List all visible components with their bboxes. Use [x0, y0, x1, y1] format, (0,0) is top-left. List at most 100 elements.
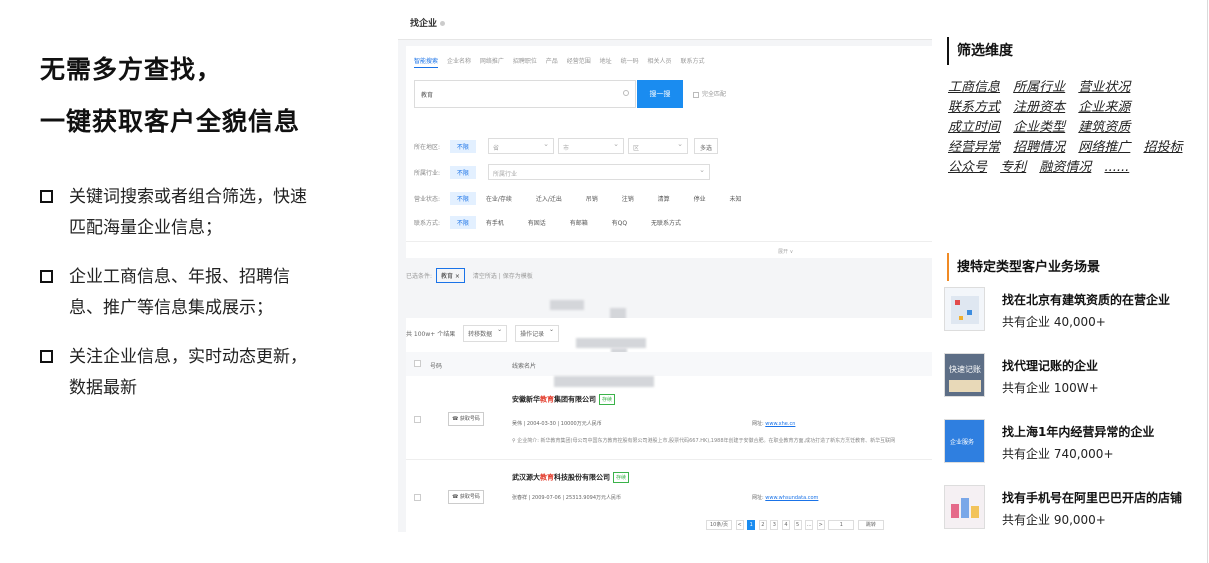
dimension-link[interactable]: 营业状况 — [1078, 80, 1130, 95]
clear-selected-link[interactable]: 清空所选 — [473, 273, 497, 280]
filter-unlimited-tag[interactable]: 不限 — [449, 166, 476, 179]
scenario-name[interactable]: 找代理记账的企业 — [1002, 357, 1098, 374]
dimension-link[interactable]: 建筑资质 — [1078, 120, 1130, 135]
dimension-link[interactable]: 企业类型 — [1013, 120, 1065, 135]
contact-option[interactable]: 有手机 — [486, 218, 504, 227]
company-name[interactable]: 安徽新华教育集团有限公司 存续 — [512, 394, 616, 405]
website-link[interactable]: www.whsundata.com — [765, 495, 818, 501]
help-icon[interactable] — [440, 21, 446, 26]
selected-chip[interactable]: 教育 × — [435, 268, 465, 283]
dimension-link[interactable]: 网络推广 — [1078, 140, 1130, 155]
page-button[interactable]: 3 — [770, 520, 779, 530]
dimension-link[interactable]: 招投标 — [1143, 140, 1182, 155]
results-header: 共 100w+ 个结果 转移数据 操作记录 — [406, 325, 560, 342]
divider — [1207, 0, 1208, 563]
company-meta: 张春祥 | 2009-07-06 | 25313.9094万元人民币 — [512, 495, 622, 501]
page-button[interactable]: 5 — [793, 520, 802, 530]
status-option[interactable]: 未知 — [730, 194, 742, 203]
scenario-card[interactable]: 企业服务 找上海1年内经营异常的企业 共有企业 740,000+ — [944, 419, 1194, 465]
scenario-name[interactable]: 找有手机号在阿里巴巴开店的店铺 — [1002, 489, 1182, 506]
tab-scope[interactable]: 经营范围 — [567, 58, 591, 65]
status-option[interactable]: 在业/存续 — [486, 194, 512, 203]
page-button[interactable]: 2 — [758, 520, 767, 530]
next-page-button[interactable]: > — [816, 520, 825, 530]
filter-label: 营业状态: — [414, 196, 441, 203]
tab-smart-search[interactable]: 智能搜索 — [414, 58, 439, 68]
checkbox-icon[interactable] — [693, 91, 699, 98]
scenario-name[interactable]: 找在北京有建筑资质的在营企业 — [1002, 291, 1170, 308]
dimension-link[interactable]: 招聘情况 — [1013, 140, 1065, 155]
clear-icon[interactable] — [623, 90, 629, 96]
table-row[interactable]: ☎ 获取号码 安徽新华教育集团有限公司 存续 吴伟 | 2004-03-30 | … — [406, 382, 932, 460]
dimension-link[interactable]: 成立时间 — [948, 120, 1000, 135]
industry-select[interactable]: 所属行业 — [488, 164, 710, 180]
tab-credit-code[interactable]: 统一码 — [621, 58, 639, 65]
status-option[interactable]: 迁入/迁出 — [536, 194, 562, 203]
scenario-card[interactable]: 找有手机号在阿里巴巴开店的店铺 共有企业 90,000+ — [944, 485, 1194, 531]
city-select[interactable]: 市 — [558, 138, 624, 154]
scenario-card[interactable]: 找在北京有建筑资质的在营企业 共有企业 40,000+ — [944, 287, 1194, 333]
filter-unlimited-tag[interactable]: 不限 — [449, 140, 476, 153]
dimension-link[interactable]: ...... — [1104, 160, 1129, 175]
status-option[interactable]: 吊销 — [586, 194, 598, 203]
tab-people[interactable]: 相关人员 — [648, 58, 672, 65]
filter-industry: 所属行业: 不限 — [414, 166, 484, 179]
operation-log-dropdown[interactable]: 操作记录 — [515, 325, 560, 342]
dimension-link[interactable]: 注册资本 — [1013, 100, 1065, 115]
get-phone-button[interactable]: ☎ 获取号码 — [448, 412, 484, 426]
tab-promotion[interactable]: 网络推广 — [480, 58, 504, 65]
dimension-link[interactable]: 经营异常 — [948, 140, 1000, 155]
status-option[interactable]: 停业 — [694, 194, 706, 203]
page-button[interactable]: 1 — [747, 520, 756, 530]
dimension-link[interactable]: 融资情况 — [1039, 160, 1091, 175]
dimension-link[interactable]: 公众号 — [948, 160, 987, 175]
tab-contact[interactable]: 联系方式 — [680, 58, 704, 65]
scenario-name[interactable]: 找上海1年内经营异常的企业 — [1002, 423, 1154, 440]
filter-unlimited-tag[interactable]: 不限 — [449, 192, 476, 205]
page-button[interactable]: 4 — [781, 520, 790, 530]
status-badge: 存续 — [599, 394, 616, 405]
tab-company-name[interactable]: 企业名称 — [447, 58, 471, 65]
dimension-link[interactable]: 所属行业 — [1013, 80, 1065, 95]
row-checkbox[interactable] — [414, 494, 421, 501]
jump-button[interactable]: 跳转 — [857, 520, 884, 530]
company-website: 网址: www.whsundata.com — [752, 495, 819, 501]
expand-toggle[interactable]: 展开 ∨ — [778, 248, 793, 255]
status-option[interactable]: 清算 — [658, 194, 670, 203]
tab-address[interactable]: 地址 — [600, 58, 612, 65]
save-template-link[interactable]: 保存为模板 — [503, 273, 533, 280]
prev-page-button[interactable]: < — [735, 520, 744, 530]
district-select[interactable]: 区 — [628, 138, 688, 154]
dimension-link[interactable]: 专利 — [1000, 160, 1026, 175]
contact-option[interactable]: 有固话 — [528, 218, 546, 227]
company-name[interactable]: 武汉源大教育科技股份有限公司 存续 — [512, 472, 630, 483]
exact-match-checkbox[interactable]: 完全匹配 — [693, 89, 726, 98]
multi-select-button[interactable]: 多选 — [694, 138, 719, 154]
page-size-select[interactable]: 10条/页 — [706, 520, 732, 530]
contact-option[interactable]: 无联系方式 — [651, 218, 681, 227]
tab-jobs[interactable]: 招聘职位 — [513, 58, 537, 65]
contact-option[interactable]: 有邮箱 — [570, 218, 588, 227]
search-button[interactable]: 搜一搜 — [637, 80, 683, 108]
filter-unlimited-tag[interactable]: 不限 — [449, 216, 476, 229]
dimension-link[interactable]: 工商信息 — [948, 80, 1000, 95]
transfer-data-dropdown[interactable]: 转移数据 — [463, 325, 508, 342]
column-header-number: 号码 — [430, 363, 443, 370]
province-select[interactable]: 省 — [488, 138, 554, 154]
tab-product[interactable]: 产品 — [546, 58, 558, 65]
website-link[interactable]: www.xhe.cn — [765, 421, 795, 427]
contact-option[interactable]: 有QQ — [612, 218, 627, 227]
scenario-card[interactable]: 快速记账 找代理记账的企业 共有企业 100W+ — [944, 353, 1194, 399]
page-jump-input[interactable]: 1 — [828, 520, 855, 530]
thumbnail-text: 企业服务 — [950, 439, 975, 446]
blurred-region — [550, 300, 584, 310]
search-input[interactable]: 教育 — [414, 80, 636, 108]
dimension-link[interactable]: 企业来源 — [1078, 100, 1130, 115]
dimension-link[interactable]: 联系方式 — [948, 100, 1000, 115]
select-all-checkbox[interactable] — [414, 360, 421, 367]
status-option[interactable]: 注销 — [622, 194, 634, 203]
company-website: 网址: www.xhe.cn — [752, 421, 796, 427]
row-checkbox[interactable] — [414, 416, 421, 423]
pagination: 10条/页 < 1 2 3 4 5 ... > 1 跳转 — [706, 520, 886, 530]
get-phone-button[interactable]: ☎ 获取号码 — [448, 490, 484, 504]
